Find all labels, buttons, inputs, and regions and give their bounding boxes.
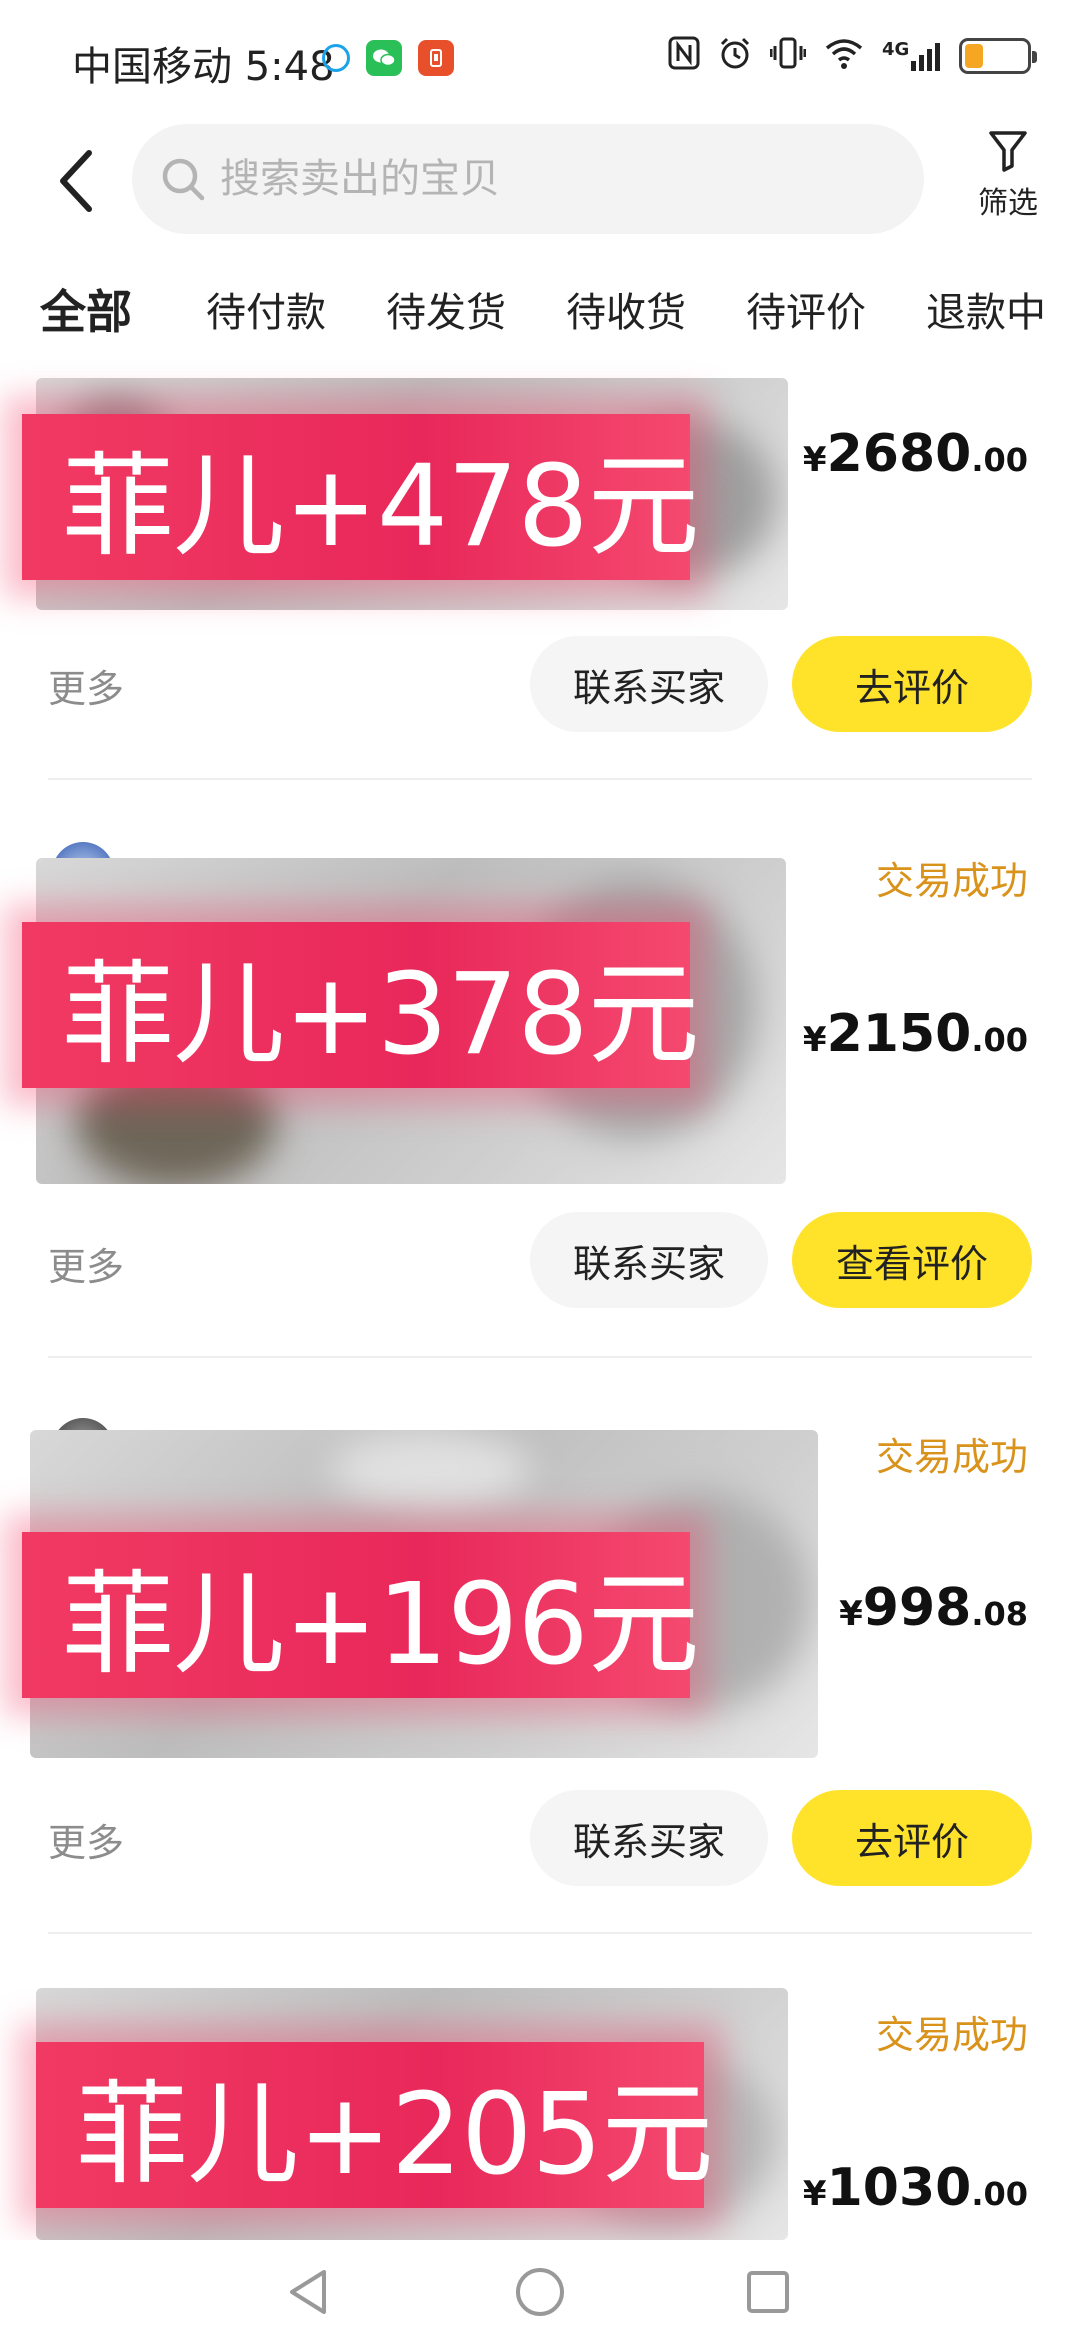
triangle-back-icon [290, 2270, 326, 2314]
overlay-text: 菲儿+205元 [76, 2070, 714, 2200]
tab-pending-payment[interactable]: 待付款 [206, 280, 326, 338]
price-integer: 2150 [826, 1004, 972, 1064]
price-decimal: .00 [971, 2175, 1028, 2213]
carrier-time: 中国移动 5:48 [72, 34, 335, 92]
contact-buyer-button[interactable]: 联系买家 [530, 1790, 768, 1886]
status-bar: 中国移动 5:48 4G [0, 0, 1080, 118]
chat-bubble-icon [322, 44, 350, 72]
order-price: ¥1030.00 [803, 2158, 1028, 2218]
order-status-tabs: 全部 待付款 待发货 待收货 待评价 退款中 [0, 268, 1080, 340]
price-integer: 1030 [826, 2158, 972, 2218]
review-button[interactable]: 去评价 [792, 636, 1032, 732]
nav-recents-button[interactable] [738, 2264, 798, 2320]
square-recents-icon [747, 2271, 789, 2313]
currency-symbol: ¥ [802, 2174, 827, 2214]
overlay-text: 菲儿+196元 [62, 1560, 700, 1690]
review-button[interactable]: 去评价 [792, 1790, 1032, 1886]
tab-refunding[interactable]: 退款中 [926, 280, 1046, 338]
contact-buyer-button[interactable]: 联系买家 [530, 1212, 768, 1308]
search-input[interactable] [220, 156, 860, 202]
filter-icon [989, 131, 1027, 172]
network-type-label: 4G [882, 39, 910, 60]
vibrate-icon [769, 36, 807, 76]
divider [48, 1356, 1032, 1358]
currency-symbol: ¥ [802, 1020, 827, 1060]
tab-pending-receipt[interactable]: 待收货 [566, 280, 686, 338]
nav-back-button[interactable] [278, 2264, 338, 2320]
currency-symbol: ¥ [802, 440, 827, 480]
chevron-left-icon [60, 150, 92, 212]
search-icon [162, 158, 205, 201]
battery-level [965, 44, 984, 68]
tab-pending-shipment[interactable]: 待发货 [386, 280, 506, 338]
tab-pending-review[interactable]: 待评价 [746, 280, 866, 338]
search-bar[interactable] [132, 124, 924, 234]
price-integer: 2680 [826, 424, 972, 484]
price-overlay-banner: 菲儿+378元 [22, 922, 700, 1088]
system-navigation-bar [0, 2240, 1080, 2340]
price-decimal: .00 [971, 441, 1028, 479]
wifi-icon [824, 36, 864, 76]
price-overlay-banner: 菲儿+478元 [22, 414, 700, 580]
back-button[interactable] [40, 136, 110, 226]
status-badge: 交易成功 [875, 2013, 1028, 2057]
more-link[interactable]: 更多 [48, 1812, 124, 1867]
filter-label: 筛选 [978, 186, 1038, 221]
currency-symbol: ¥ [839, 1594, 863, 1634]
price-integer: 998 [862, 1578, 972, 1638]
price-overlay-banner: 菲儿+205元 [36, 2042, 714, 2208]
price-decimal: .00 [971, 1021, 1028, 1059]
order-price: ¥998.08 [839, 1578, 1028, 1638]
price-overlay-banner: 菲儿+196元 [22, 1532, 700, 1698]
order-price: ¥2680.00 [803, 424, 1028, 484]
nfc-icon [668, 36, 700, 76]
battery-icon [959, 38, 1038, 74]
top-bar: 筛选 [0, 118, 1080, 250]
notification-app-icon [418, 40, 454, 76]
contact-buyer-button[interactable]: 联系买家 [530, 636, 768, 732]
more-link[interactable]: 更多 [48, 1236, 124, 1291]
divider [48, 1932, 1032, 1934]
nav-home-button[interactable] [510, 2264, 570, 2320]
divider [48, 778, 1032, 780]
overlay-text: 菲儿+478元 [62, 442, 700, 572]
price-decimal: .08 [971, 1595, 1028, 1633]
cellular-signal-icon: 4G [882, 41, 941, 71]
order-price: ¥2150.00 [803, 1004, 1028, 1064]
circle-home-icon [516, 2268, 564, 2316]
wechat-icon [366, 40, 402, 76]
status-badge: 交易成功 [875, 859, 1028, 903]
tab-all[interactable]: 全部 [38, 276, 134, 342]
overlay-text: 菲儿+378元 [62, 950, 700, 1080]
filter-button[interactable]: 筛选 [958, 130, 1058, 240]
alarm-icon [718, 36, 752, 76]
view-review-button[interactable]: 查看评价 [792, 1212, 1032, 1308]
carrier-label: 中国移动 [72, 44, 232, 90]
status-badge: 交易成功 [875, 1435, 1028, 1479]
more-link[interactable]: 更多 [48, 658, 124, 713]
